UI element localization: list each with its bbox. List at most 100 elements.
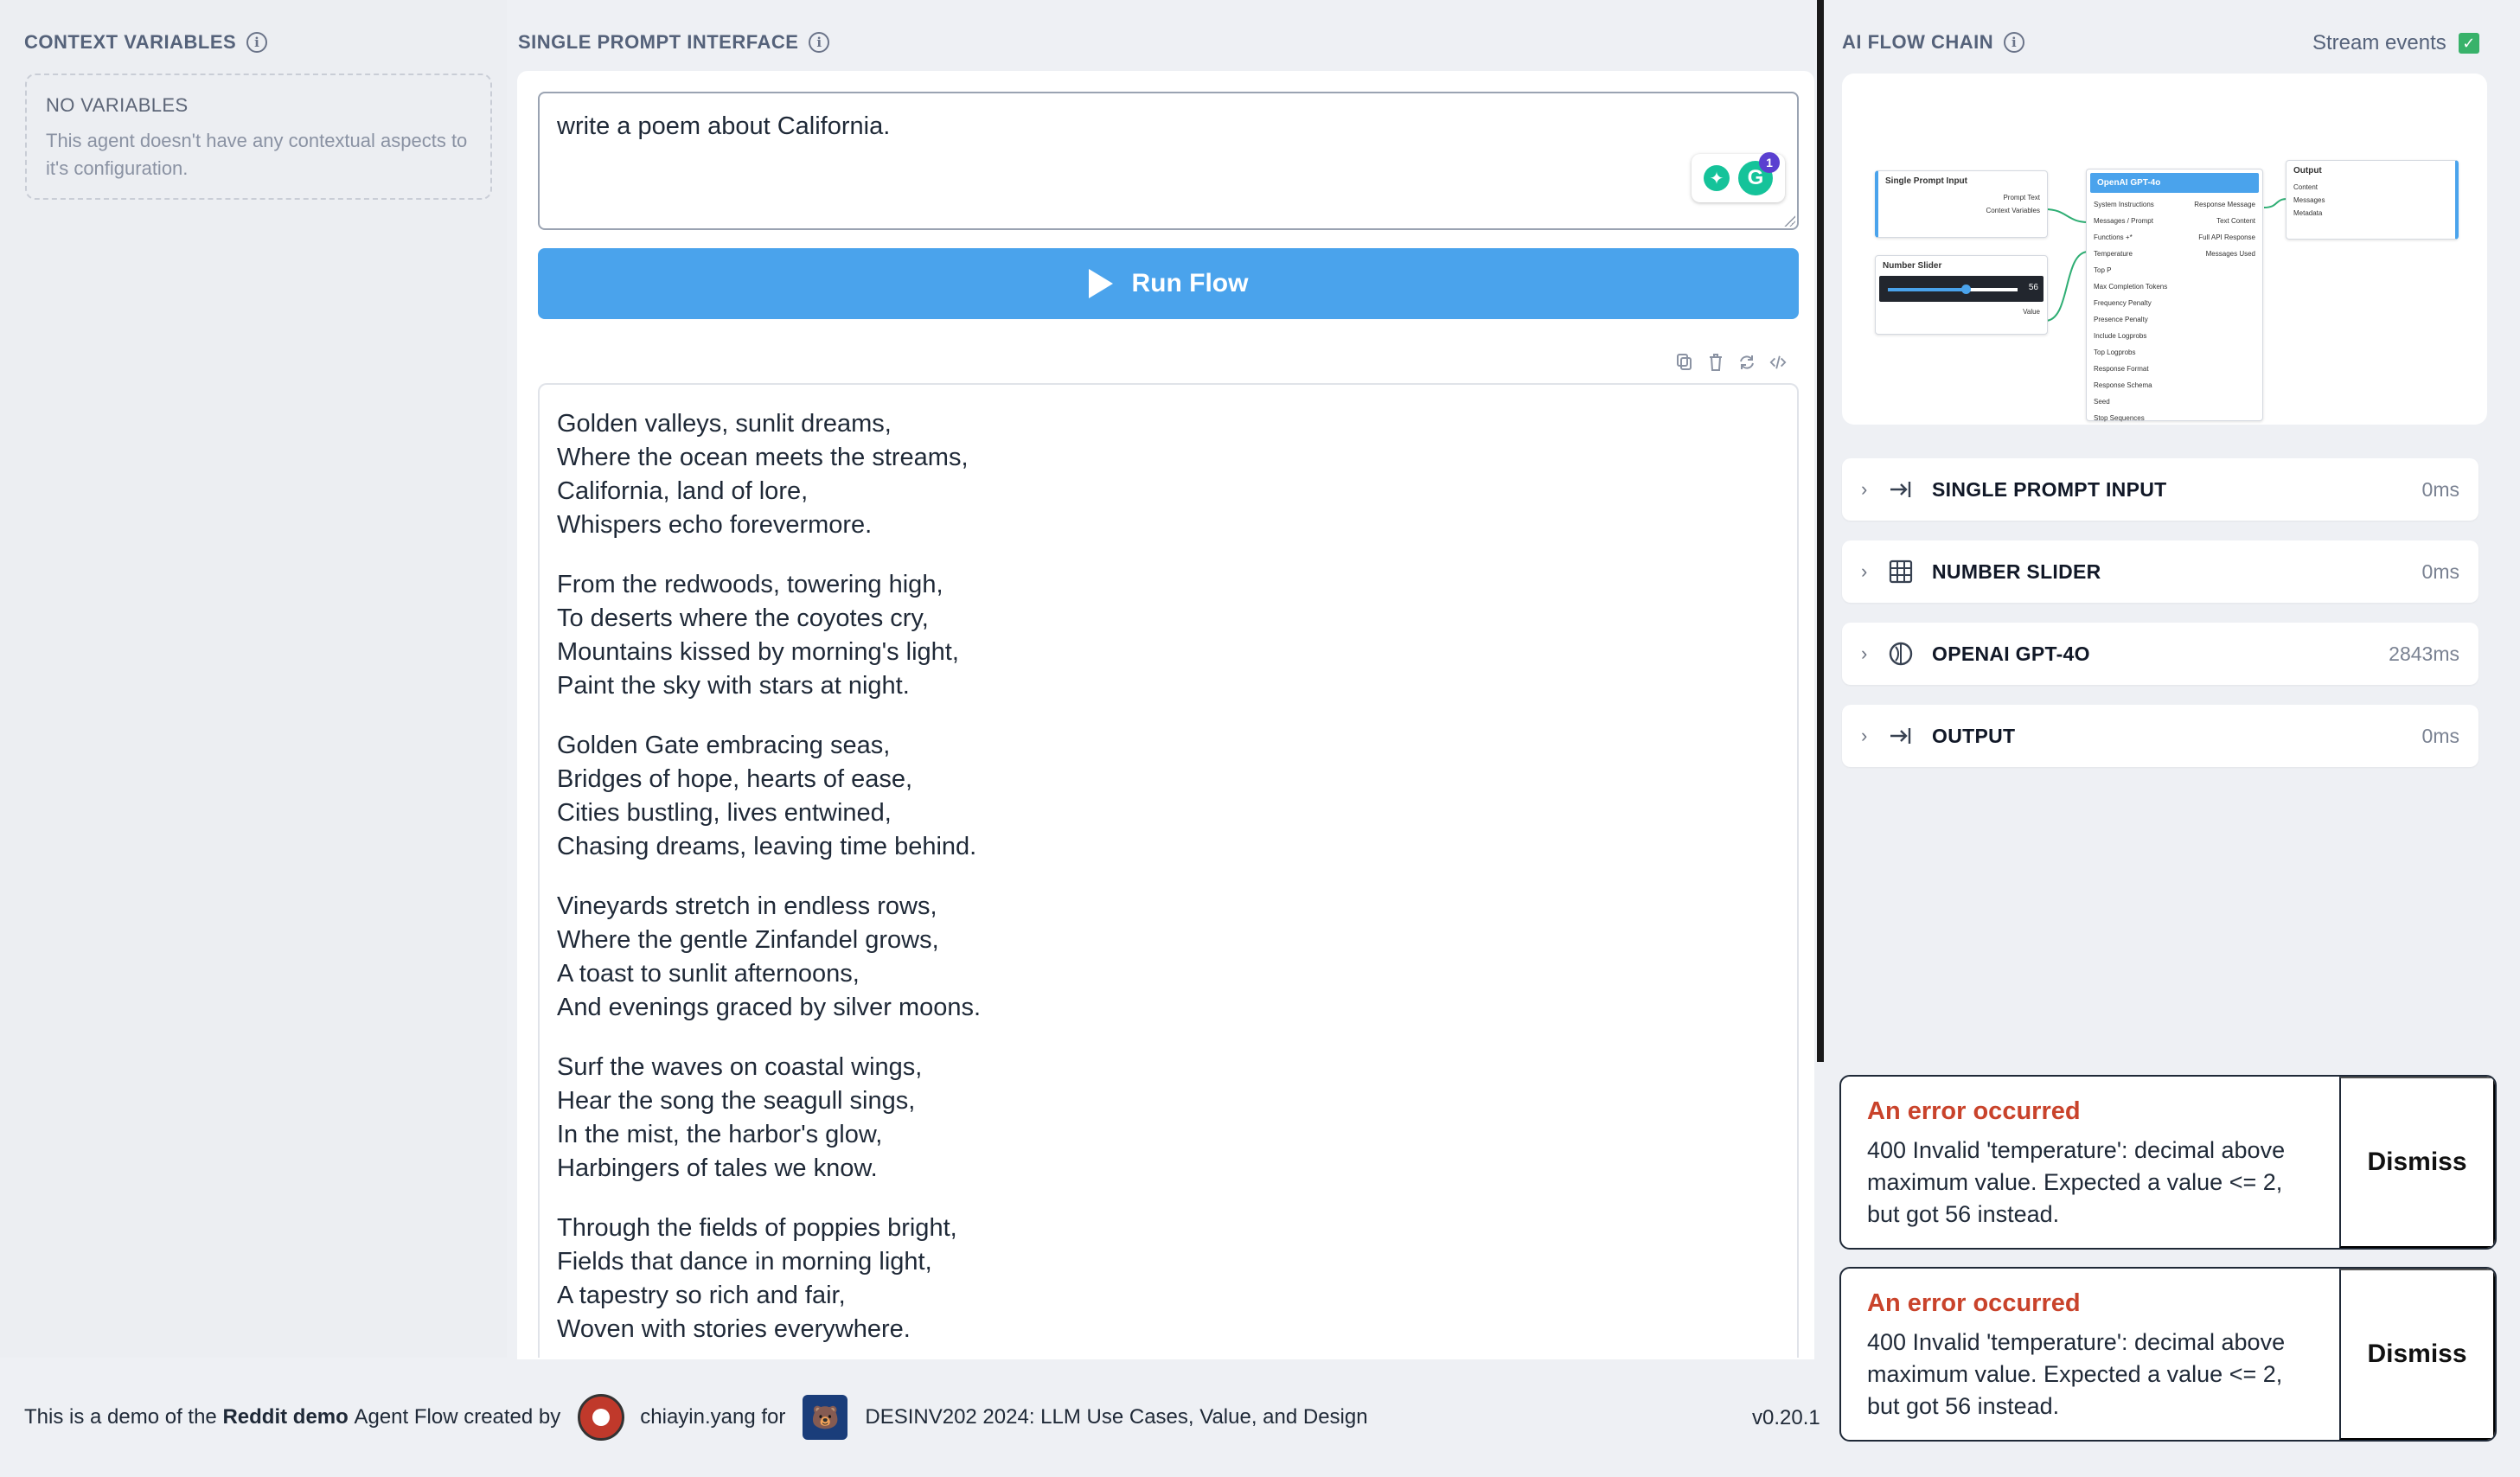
node-port[interactable]: Top P	[2087, 262, 2174, 278]
info-icon[interactable]: i	[2004, 32, 2025, 53]
error-title: An error occurred	[1867, 1097, 2081, 1125]
poem-stanza: Golden Gate embracing seas, Bridges of ho…	[557, 729, 1780, 864]
poem-line: Harbingers of tales we know.	[557, 1154, 878, 1182]
node-port[interactable]: Functions +*	[2087, 229, 2174, 246]
poem-line: In the mist, the harbor's glow,	[557, 1121, 883, 1148]
poem-line: Chasing dreams, leaving time behind.	[557, 833, 977, 860]
prompt-textarea[interactable]: write a poem about California. ✦ G 1	[538, 92, 1799, 230]
node-number-slider[interactable]: Number Slider 56 Value	[1875, 255, 2048, 335]
panel-divider[interactable]	[1817, 0, 1824, 1062]
node-port[interactable]: Response Message	[2187, 196, 2262, 213]
node-port[interactable]: Presence Penalty	[2087, 311, 2174, 328]
poem-line: Cities bustling, lives entwined,	[557, 799, 892, 827]
chain-item-label: NUMBER SLIDER	[1932, 559, 2101, 583]
poem-line: Golden Gate embracing seas,	[557, 732, 891, 759]
error-message: 400 Invalid 'temperature': decimal above…	[1867, 1329, 2286, 1419]
node-port[interactable]: Response Format	[2087, 361, 2174, 377]
node-port[interactable]: Messages Used	[2187, 246, 2262, 262]
single-prompt-title: SINGLE PROMPT INTERFACE	[518, 31, 799, 53]
node-port[interactable]: Seed	[2087, 393, 2174, 410]
bear-logo-icon: 🐻	[803, 1395, 848, 1440]
footer-author[interactable]: chiayin.yang for	[640, 1405, 785, 1429]
node-port[interactable]: Frequency Penalty	[2087, 295, 2174, 311]
poem-stanza: From the redwoods, towering high, To dese…	[557, 568, 1780, 703]
slider-track[interactable]: 56	[1879, 276, 2044, 302]
node-output[interactable]: Output Content Messages Metadata	[2286, 160, 2459, 240]
node-openai-gpt[interactable]: OpenAI GPT-4o System Instructions Message…	[2086, 169, 2263, 422]
error-message: 400 Invalid 'temperature': decimal above…	[1867, 1137, 2286, 1227]
node-port: Value	[2023, 308, 2040, 316]
footer-prefix: This is a demo of the	[24, 1405, 217, 1429]
slider-thumb[interactable]	[1961, 285, 1971, 294]
trash-icon[interactable]	[1707, 353, 1724, 372]
context-panel	[0, 0, 507, 1358]
refresh-icon[interactable]	[1738, 353, 1756, 372]
node-port[interactable]: Include Logprobs	[2087, 328, 2174, 344]
context-variables-header: CONTEXT VARIABLES i	[24, 31, 268, 54]
poem-stanza: Surf the waves on coastal wings, Hear the…	[557, 1051, 1780, 1186]
node-port[interactable]: System Instructions	[2087, 196, 2174, 213]
node-port: Context Variables	[1986, 207, 2040, 214]
footer-middle: Agent Flow created by	[354, 1405, 561, 1429]
chain-item-openai-gpt4o[interactable]: › OPENAI GPT-4O 2843ms	[1842, 623, 2478, 685]
poem-line: To deserts where the coyotes cry,	[557, 604, 929, 632]
input-arrow-icon	[1885, 474, 1916, 505]
run-flow-label: Run Flow	[1131, 269, 1249, 297]
node-port[interactable]: Temperature	[2087, 246, 2174, 262]
grammarly-widget[interactable]: ✦ G 1	[1692, 152, 1785, 202]
node-title: Number Slider	[1883, 261, 1942, 271]
footer-flow-name[interactable]: Reddit demo	[222, 1405, 348, 1429]
chevron-right-icon[interactable]: ›	[1861, 725, 1885, 747]
info-icon[interactable]: i	[809, 32, 830, 53]
flow-chain-canvas[interactable]: Single Prompt Input Prompt Text Context …	[1842, 74, 2487, 425]
chain-item-time: 2843ms	[2389, 642, 2459, 665]
lightbulb-icon[interactable]: ✦	[1704, 165, 1730, 191]
error-toast: An error occurred 400 Invalid 'temperatu…	[1839, 1267, 2497, 1442]
poem-line: Where the gentle Zinfandel grows,	[557, 926, 939, 954]
node-port[interactable]: Stop Sequences	[2087, 410, 2174, 425]
error-toast: An error occurred 400 Invalid 'temperatu…	[1839, 1075, 2497, 1250]
copy-icon[interactable]	[1676, 353, 1693, 372]
output-arrow-icon	[1885, 720, 1916, 751]
output-text-area: Golden valleys, sunlit dreams, Where the …	[538, 383, 1799, 1358]
no-variables-title: NO VARIABLES	[46, 94, 189, 116]
node-port[interactable]: Full API Response	[2187, 229, 2262, 246]
openai-icon	[1885, 638, 1916, 669]
grammarly-badge: 1	[1759, 152, 1780, 173]
chevron-right-icon[interactable]: ›	[1861, 478, 1885, 501]
ai-flow-chain-title: AI FLOW CHAIN	[1842, 31, 1994, 53]
chain-item-number-slider[interactable]: › NUMBER SLIDER 0ms	[1842, 540, 2478, 603]
node-port[interactable]: Top Logprobs	[2087, 344, 2174, 361]
node-port[interactable]: Text Content	[2187, 213, 2262, 229]
info-icon[interactable]: i	[246, 32, 268, 53]
stream-events-label: Stream events	[2312, 31, 2446, 54]
node-single-prompt-input[interactable]: Single Prompt Input Prompt Text Context …	[1875, 170, 2048, 238]
chain-item-time: 0ms	[2421, 477, 2459, 501]
resize-handle[interactable]	[1783, 214, 1795, 227]
grid-icon	[1885, 556, 1916, 587]
run-flow-button[interactable]: Run Flow	[538, 248, 1799, 319]
node-port[interactable]: Response Schema	[2087, 377, 2174, 393]
avatar[interactable]	[578, 1394, 625, 1441]
grammarly-icon[interactable]: G 1	[1738, 152, 1780, 195]
node-port[interactable]: Messages / Prompt	[2087, 213, 2174, 229]
stream-events-checkbox[interactable]: ✓	[2458, 33, 2479, 54]
footer-course[interactable]: DESINV202 2024: LLM Use Cases, Value, an…	[865, 1405, 1367, 1429]
play-icon	[1088, 269, 1113, 298]
dismiss-button[interactable]: Dismiss	[2339, 1269, 2495, 1440]
chevron-right-icon[interactable]: ›	[1861, 643, 1885, 665]
chevron-right-icon[interactable]: ›	[1861, 560, 1885, 583]
slider-value: 56	[2028, 283, 2038, 292]
poem-line: Through the fields of poppies bright,	[557, 1214, 957, 1242]
chain-item-single-prompt-input[interactable]: › SINGLE PROMPT INPUT 0ms	[1842, 458, 2478, 521]
node-port: Content	[2293, 183, 2319, 191]
no-variables-description: This agent doesn't have any contextual a…	[46, 130, 468, 179]
stream-events-toggle[interactable]: Stream events ✓	[2312, 31, 2479, 55]
chain-item-output[interactable]: › OUTPUT 0ms	[1842, 705, 2478, 767]
node-port[interactable]: Max Completion Tokens	[2087, 278, 2174, 295]
code-icon[interactable]	[1769, 353, 1787, 372]
output-toolbar	[1676, 353, 1787, 372]
context-variables-title: CONTEXT VARIABLES	[24, 31, 237, 53]
poem-line: A toast to sunlit afternoons,	[557, 960, 860, 988]
dismiss-button[interactable]: Dismiss	[2339, 1077, 2495, 1248]
